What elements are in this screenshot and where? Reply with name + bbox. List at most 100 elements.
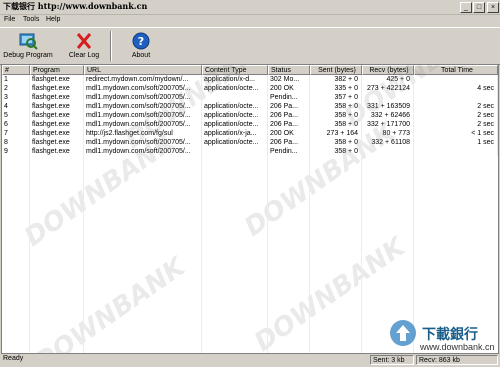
col-content-type-header[interactable]: Content Type bbox=[202, 65, 268, 75]
col-index-cell: 1 bbox=[2, 75, 30, 84]
col-recv-cell bbox=[362, 147, 414, 156]
sent-total: Sent: 3 kb bbox=[370, 355, 414, 365]
col-recv-cell: 332 + 171700 bbox=[362, 120, 414, 129]
clear-log-label: Clear Log bbox=[68, 52, 100, 59]
col-total-time-cell: < 1 sec bbox=[414, 129, 498, 138]
col-sent-cell: 358 + 0 bbox=[310, 111, 362, 120]
col-status-cell: 302 Mo... bbox=[268, 75, 310, 84]
col-recv-cell: 332 + 62466 bbox=[362, 111, 414, 120]
col-index-cell: 5 bbox=[2, 111, 30, 120]
col-total-time-cell bbox=[414, 75, 498, 84]
close-button[interactable]: × bbox=[487, 2, 499, 13]
toolbar: Debug Program Clear Log ? About bbox=[0, 27, 500, 65]
status-text: Ready bbox=[3, 355, 24, 362]
table-row[interactable]: 4 flashget.exe mdl1.mydown.com/soft/200705… bbox=[2, 102, 498, 111]
col-total-time-cell: 1 sec bbox=[414, 138, 498, 147]
col-program-cell: flashget.exe bbox=[30, 147, 84, 156]
col-content-type-cell: application/octe... bbox=[202, 102, 268, 111]
downbank-logo: 下載銀行 www.downbank.cn bbox=[386, 314, 495, 352]
col-url-cell: mdl1.mydown.com/soft/200705/... bbox=[84, 84, 202, 93]
table-row[interactable]: 6 flashget.exe mdl1.mydown.com/soft/200705… bbox=[2, 120, 498, 129]
debug-icon bbox=[19, 33, 38, 50]
col-url-cell: mdl1.mydown.com/soft/200705/... bbox=[84, 120, 202, 129]
col-program-header[interactable]: Program bbox=[30, 65, 84, 75]
col-url-cell: mdl1.mydown.com/soft/200705/... bbox=[84, 102, 202, 111]
column-gridline bbox=[267, 75, 268, 353]
table-row[interactable]: 8 flashget.exe mdl1.mydown.com/soft/200705… bbox=[2, 138, 498, 147]
logo-text: 下載銀行 bbox=[422, 327, 478, 343]
title-bar: 下载银行 http://www.downbank.cn _ □ × bbox=[0, 0, 500, 15]
col-recv-header[interactable]: Recv (bytes) bbox=[362, 65, 414, 75]
col-sent-cell: 358 + 0 bbox=[310, 147, 362, 156]
column-gridline bbox=[29, 75, 30, 353]
col-recv-cell: 273 + 422124 bbox=[362, 84, 414, 93]
col-total-time-cell: 4 sec bbox=[414, 84, 498, 93]
col-status-cell: 200 OK bbox=[268, 84, 310, 93]
status-bar: Ready Sent: 3 kb Recv: 863 kb bbox=[0, 353, 500, 367]
table-row[interactable]: 1 flashget.exe redirect.mydown.com/mydown/… bbox=[2, 75, 498, 84]
col-status-header[interactable]: Status bbox=[268, 65, 310, 75]
col-sent-cell: 358 + 0 bbox=[310, 120, 362, 129]
col-status-cell: 206 Pa... bbox=[268, 111, 310, 120]
table-row[interactable]: 2 flashget.exe mdl1.mydown.com/soft/200705… bbox=[2, 84, 498, 93]
col-total-time-cell: 2 sec bbox=[414, 111, 498, 120]
debug-program-label: Debug Program bbox=[3, 52, 53, 59]
col-total-time-cell: 2 sec bbox=[414, 102, 498, 111]
col-sent-header[interactable]: Sent (bytes) bbox=[310, 65, 362, 75]
col-program-cell: flashget.exe bbox=[30, 84, 84, 93]
col-status-cell: Pendin... bbox=[268, 93, 310, 102]
col-total-time-cell: 2 sec bbox=[414, 120, 498, 129]
col-index-cell: 3 bbox=[2, 93, 30, 102]
menu-help[interactable]: Help bbox=[46, 16, 60, 23]
col-index-header[interactable]: # bbox=[2, 65, 30, 75]
column-gridline bbox=[309, 75, 310, 353]
toolbar-separator bbox=[110, 31, 112, 61]
col-content-type-cell: application/octe... bbox=[202, 120, 268, 129]
table-header: # Program URL Content Type Status Sent (bytes… bbox=[2, 65, 498, 75]
col-sent-cell: 273 + 164 bbox=[310, 129, 362, 138]
col-index-cell: 8 bbox=[2, 138, 30, 147]
maximize-button[interactable]: □ bbox=[473, 2, 485, 13]
col-url-cell: http://js2.flashget.com/fg/sul bbox=[84, 129, 202, 138]
col-recv-cell: 425 + 0 bbox=[362, 75, 414, 84]
col-status-cell: 206 Pa... bbox=[268, 120, 310, 129]
recv-total: Recv: 863 kb bbox=[416, 355, 498, 365]
col-program-cell: flashget.exe bbox=[30, 138, 84, 147]
col-index-cell: 7 bbox=[2, 129, 30, 138]
col-url-cell: redirect.mydown.com/mydown/... bbox=[84, 75, 202, 84]
col-program-cell: flashget.exe bbox=[30, 129, 84, 138]
col-sent-cell: 382 + 0 bbox=[310, 75, 362, 84]
col-url-header[interactable]: URL bbox=[84, 65, 202, 75]
col-recv-cell: 80 + 773 bbox=[362, 129, 414, 138]
col-status-cell: 206 Pa... bbox=[268, 138, 310, 147]
debug-program-button[interactable]: Debug Program bbox=[2, 30, 54, 62]
column-gridline bbox=[361, 75, 362, 353]
col-sent-cell: 335 + 0 bbox=[310, 84, 362, 93]
col-content-type-cell: application/octe... bbox=[202, 84, 268, 93]
clear-log-button[interactable]: Clear Log bbox=[64, 30, 104, 62]
table-row[interactable]: 9 flashget.exe mdl1.mydown.com/soft/200705… bbox=[2, 147, 498, 156]
table-row[interactable]: 3 flashget.exe mdl1.mydown.com/soft/200705… bbox=[2, 93, 498, 102]
menu-tools[interactable]: Tools bbox=[23, 16, 39, 23]
table-row[interactable]: 7 flashget.exe http://js2.flashget.com/fg/… bbox=[2, 129, 498, 138]
col-total-time-header[interactable]: Total Time bbox=[414, 65, 498, 75]
column-gridline bbox=[83, 75, 84, 353]
col-index-cell: 4 bbox=[2, 102, 30, 111]
column-gridline bbox=[413, 75, 414, 353]
col-program-cell: flashget.exe bbox=[30, 111, 84, 120]
col-total-time-cell bbox=[414, 93, 498, 102]
about-button[interactable]: ? About bbox=[124, 30, 158, 62]
watermark-text: DOWNBANK bbox=[29, 252, 191, 354]
col-url-cell: mdl1.mydown.com/soft/200705/... bbox=[84, 111, 202, 120]
col-index-cell: 2 bbox=[2, 84, 30, 93]
menu-file[interactable]: File bbox=[4, 16, 15, 23]
minimize-button[interactable]: _ bbox=[460, 2, 472, 13]
col-status-cell: Pendin... bbox=[268, 147, 310, 156]
clear-x-icon bbox=[76, 33, 92, 49]
col-program-cell: flashget.exe bbox=[30, 120, 84, 129]
col-url-cell: mdl1.mydown.com/soft/200705/... bbox=[84, 93, 202, 102]
table-row[interactable]: 5 flashget.exe mdl1.mydown.com/soft/200705… bbox=[2, 111, 498, 120]
request-log-table[interactable]: # Program URL Content Type Status Sent (bytes… bbox=[1, 64, 499, 354]
col-content-type-cell: application/octe... bbox=[202, 138, 268, 147]
col-content-type-cell: application/x-d... bbox=[202, 75, 268, 84]
